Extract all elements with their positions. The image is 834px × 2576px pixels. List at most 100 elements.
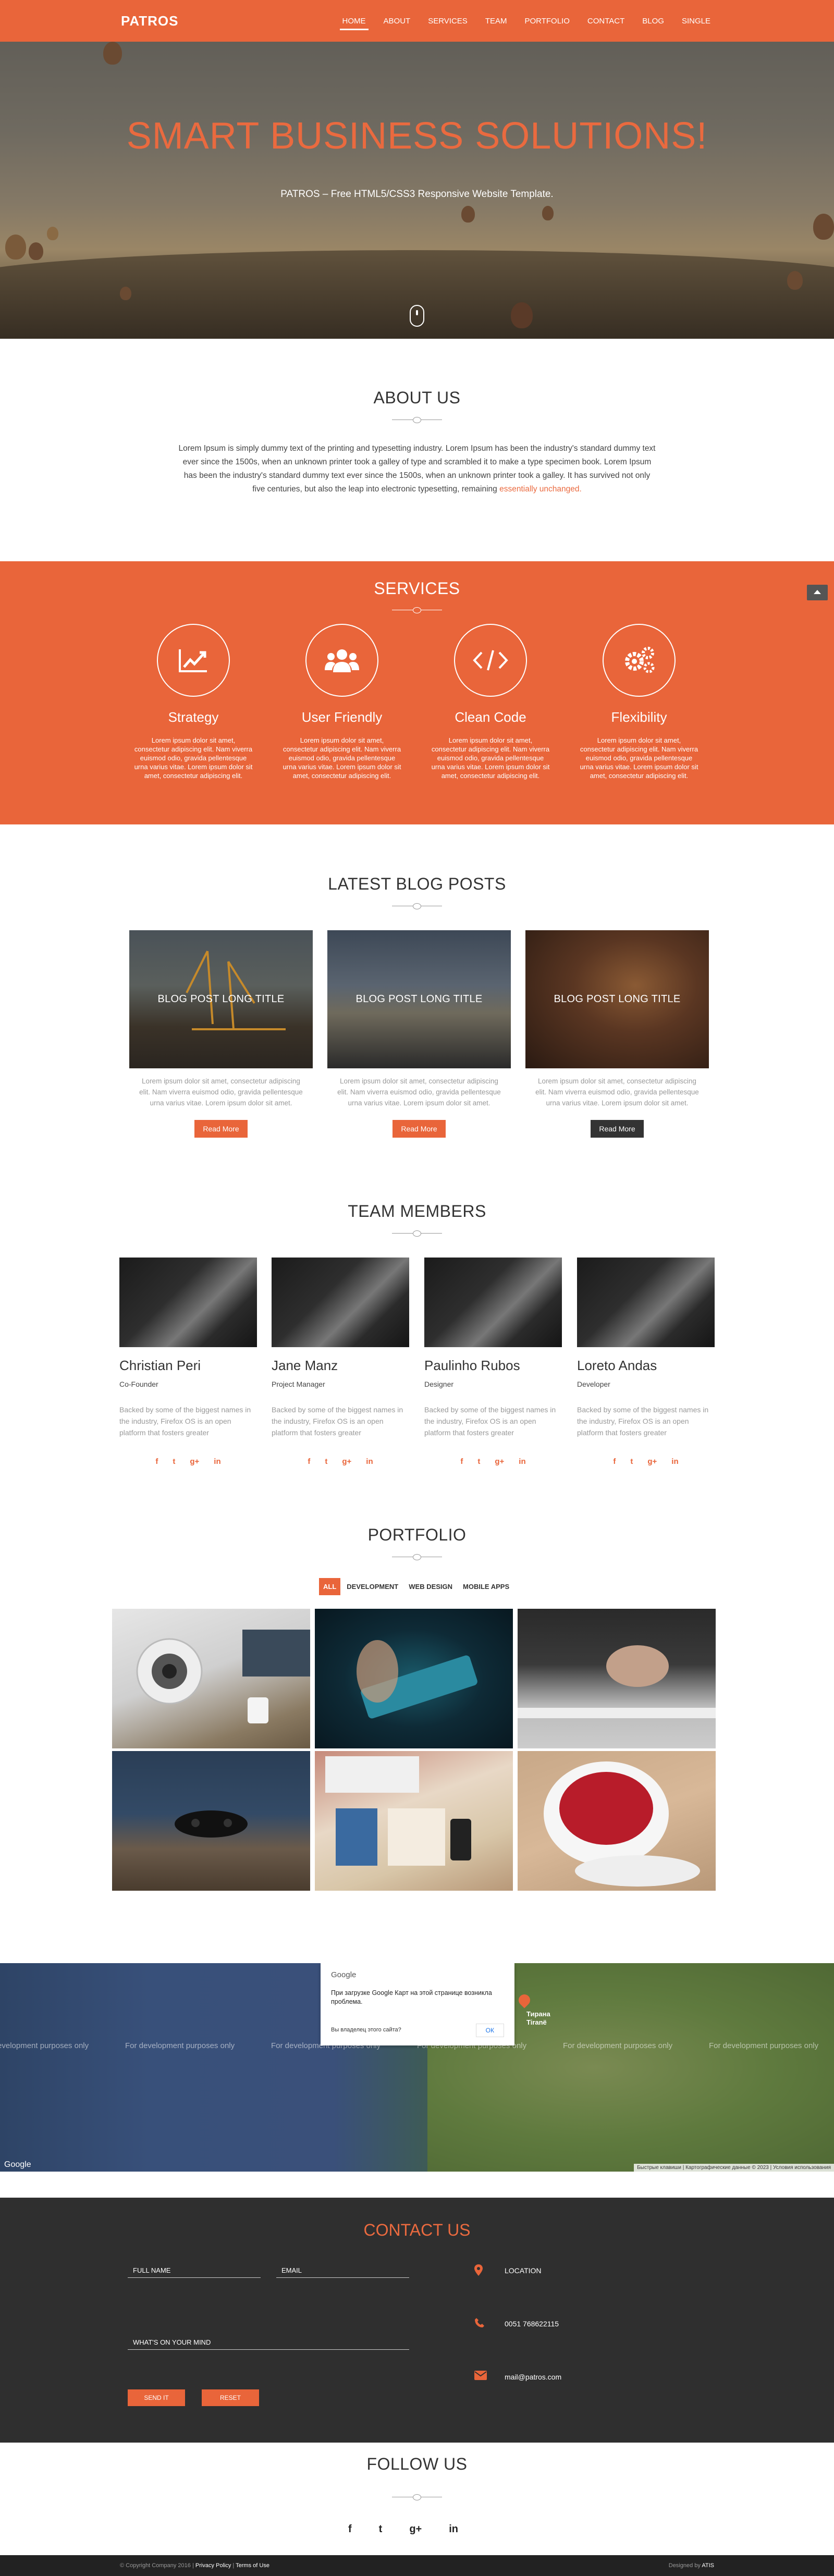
blog-post-title: BLOG POST LONG TITLE <box>554 993 681 1005</box>
member-photo <box>119 1258 257 1347</box>
service-title: Clean Code <box>455 709 526 725</box>
nav-portfolio[interactable]: PORTFOLIO <box>516 0 578 42</box>
nav-home[interactable]: HOME <box>334 0 375 42</box>
member-name: Loreto Andas <box>577 1358 657 1373</box>
balloon-image <box>542 206 554 220</box>
back-to-top-button[interactable] <box>807 585 828 600</box>
balloon-image <box>461 206 475 223</box>
read-more-button[interactable]: Read More <box>194 1120 248 1138</box>
message-field[interactable]: WHAT'S ON YOUR MIND <box>128 2338 409 2350</box>
filter-development[interactable]: DEVELOPMENT <box>342 1578 402 1595</box>
scroll-down-icon[interactable] <box>410 305 424 327</box>
email-text[interactable]: mail@patros.com <box>505 2373 561 2381</box>
portfolio-title: PORTFOLIO <box>367 1525 467 1544</box>
member-socials: f t g+ in <box>272 1457 409 1466</box>
blog-excerpt: Lorem ipsum dolor sit amet, consectetur … <box>139 1077 303 1107</box>
portfolio-item[interactable] <box>112 1609 310 1748</box>
google-plus-icon[interactable]: g+ <box>342 1457 351 1466</box>
send-button[interactable]: SEND IT <box>128 2389 185 2406</box>
about-link[interactable]: essentially unchanged. <box>499 485 582 494</box>
member-bio: Backed by some of the biggest names in t… <box>119 1406 251 1437</box>
envelope-icon <box>474 2371 487 2382</box>
google-plus-icon[interactable]: g+ <box>647 1457 657 1466</box>
service-strategy: Strategy Lorem ipsum dolor sit amet, con… <box>128 624 259 780</box>
portfolio-item[interactable] <box>315 1609 513 1748</box>
designer-link[interactable]: ATIS <box>702 2562 714 2569</box>
nav-about[interactable]: ABOUT <box>375 0 420 42</box>
map-watermark: For development purposes only <box>563 2041 673 2050</box>
member-socials: f t g+ in <box>119 1457 257 1466</box>
twitter-icon[interactable]: t <box>379 2523 383 2535</box>
services-section: SERVICES Strategy Lorem ipsum dolor sit … <box>0 561 834 824</box>
team-member: Loreto Andas Developer Backed by some of… <box>577 1258 715 1466</box>
footer-separator: | <box>232 2562 235 2569</box>
blog-post-title: BLOG POST LONG TITLE <box>355 993 483 1005</box>
nav-blog[interactable]: BLOG <box>633 0 673 42</box>
team-member: Paulinho Rubos Designer Backed by some o… <box>424 1258 562 1466</box>
blog-image[interactable]: BLOG POST LONG TITLE <box>327 930 511 1068</box>
filter-all[interactable]: ALL <box>319 1578 341 1595</box>
blog-image[interactable]: BLOG POST LONG TITLE <box>525 930 709 1068</box>
member-role: Developer <box>577 1380 610 1388</box>
about-text: Lorem Ipsum is simply dummy text of the … <box>177 442 657 496</box>
filter-mobile-apps[interactable]: MOBILE APPS <box>459 1578 513 1595</box>
read-more-button[interactable]: Read More <box>591 1120 644 1138</box>
facebook-icon[interactable]: f <box>155 1457 158 1466</box>
map-marker-icon <box>474 2264 486 2276</box>
balloon-image <box>5 235 26 260</box>
twitter-icon[interactable]: t <box>325 1457 327 1466</box>
facebook-icon[interactable]: f <box>613 1457 616 1466</box>
full-name-field[interactable]: FULL NAME <box>128 2266 261 2278</box>
site-logo[interactable]: PATROS <box>121 13 178 29</box>
twitter-icon[interactable]: t <box>173 1457 175 1466</box>
map-watermark: For development purposes only <box>125 2041 235 2050</box>
linkedin-icon[interactable]: in <box>214 1457 220 1466</box>
reset-button[interactable]: RESET <box>202 2389 259 2406</box>
code-icon <box>454 624 527 697</box>
portfolio-item[interactable] <box>112 1751 310 1891</box>
section-divider-icon <box>392 903 442 909</box>
nav-contact[interactable]: CONTACT <box>579 0 633 42</box>
linkedin-icon[interactable]: in <box>449 2523 458 2535</box>
map-ok-button[interactable]: ОК <box>475 2024 504 2037</box>
portfolio-item[interactable] <box>518 1751 716 1891</box>
email-field[interactable]: EMAIL <box>276 2266 409 2278</box>
terms-link[interactable]: Terms of Use <box>236 2562 269 2569</box>
portfolio-item[interactable] <box>518 1609 716 1748</box>
privacy-link[interactable]: Privacy Policy <box>195 2562 231 2569</box>
map-attribution[interactable]: Быстрые клавиши | Картографические данны… <box>634 2164 834 2172</box>
linkedin-icon[interactable]: in <box>671 1457 678 1466</box>
portfolio-item[interactable] <box>315 1751 513 1891</box>
map-error-text: При загрузке Google Карт на этой страниц… <box>331 1989 492 2005</box>
map-watermark: For development purposes only <box>709 2041 819 2050</box>
blog-card: BLOG POST LONG TITLE Lorem ipsum dolor s… <box>327 930 511 1138</box>
facebook-icon[interactable]: f <box>460 1457 463 1466</box>
twitter-icon[interactable]: t <box>630 1457 633 1466</box>
twitter-icon[interactable]: t <box>477 1457 480 1466</box>
nav-single[interactable]: SINGLE <box>673 0 719 42</box>
service-text: Lorem ipsum dolor sit amet, consectetur … <box>431 736 550 780</box>
service-title: User Friendly <box>301 709 383 725</box>
nav-team[interactable]: TEAM <box>476 0 516 42</box>
google-label: Google <box>331 1970 357 1979</box>
team-member: Jane Manz Project Manager Backed by some… <box>272 1258 409 1466</box>
facebook-icon[interactable]: f <box>348 2523 352 2535</box>
contact-section: CONTACT US FULL NAME EMAIL WHAT'S ON YOU… <box>0 2198 834 2443</box>
filter-web-design[interactable]: WEB DESIGN <box>404 1578 457 1595</box>
copyright-text: © Copyright Company 2016 | <box>120 2562 194 2569</box>
balloon-image <box>47 227 58 240</box>
nav-services[interactable]: SERVICES <box>419 0 476 42</box>
map-owner-question[interactable]: Вы владелец этого сайта? <box>331 2027 401 2033</box>
google-plus-icon[interactable]: g+ <box>495 1457 504 1466</box>
google-plus-icon[interactable]: g+ <box>190 1457 199 1466</box>
linkedin-icon[interactable]: in <box>366 1457 373 1466</box>
follow-icons: f t g+ in <box>348 2523 458 2535</box>
member-name: Jane Manz <box>272 1358 338 1373</box>
team-member: Christian Peri Co-Founder Backed by some… <box>119 1258 257 1466</box>
read-more-button[interactable]: Read More <box>393 1120 446 1138</box>
facebook-icon[interactable]: f <box>308 1457 310 1466</box>
blog-image[interactable]: BLOG POST LONG TITLE <box>129 930 313 1068</box>
linkedin-icon[interactable]: in <box>519 1457 525 1466</box>
google-plus-icon[interactable]: g+ <box>409 2523 422 2535</box>
map-embed[interactable]: For development purposes only For develo… <box>0 1963 834 2172</box>
